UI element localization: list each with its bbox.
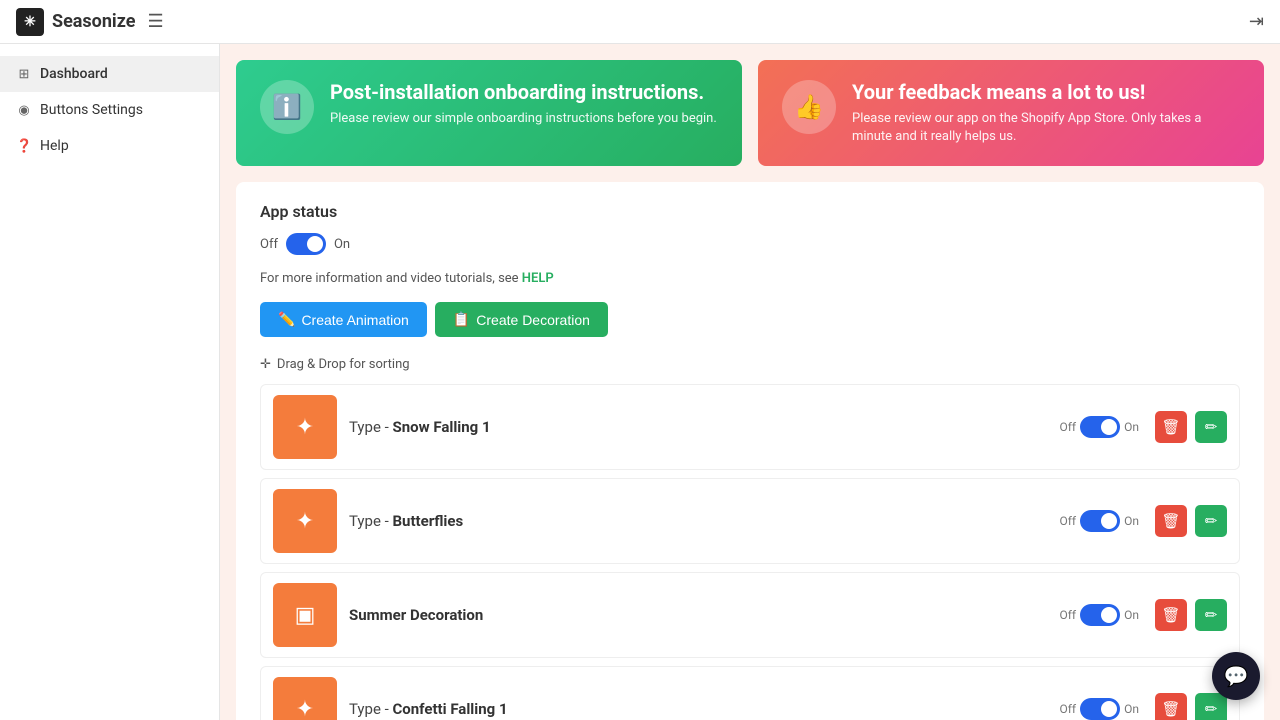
sidebar-item-dashboard[interactable]: ⊞ Dashboard xyxy=(0,56,219,92)
top-nav-left: ✳ Seasonize ☰ xyxy=(16,8,164,36)
sidebar-item-label: Help xyxy=(40,138,69,154)
delete-button[interactable]: 🗑 xyxy=(1155,599,1187,631)
toggle-slider xyxy=(286,233,326,255)
delete-button[interactable]: 🗑 xyxy=(1155,411,1187,443)
item-controls: Off On 🗑 ✏ xyxy=(1060,599,1228,631)
sort-label: Drag & Drop for sorting xyxy=(277,357,410,372)
top-nav: ✳ Seasonize ☰ ⇥ xyxy=(0,0,1280,44)
list-item: ✦ Type - Snow Falling 1 Off On 🗑 ✏ xyxy=(260,384,1240,470)
dashboard-icon: ⊞ xyxy=(16,67,32,82)
delete-button[interactable]: 🗑 xyxy=(1155,693,1187,720)
item-label: Summer Decoration xyxy=(349,606,1060,624)
status-row: Off On xyxy=(260,233,1240,255)
hamburger-icon[interactable]: ☰ xyxy=(147,11,163,32)
item-off-label: Off xyxy=(1060,702,1077,716)
item-toggle-wrap: Off On xyxy=(1060,698,1140,720)
edit-button[interactable]: ✏ xyxy=(1195,505,1227,537)
edit-button[interactable]: ✏ xyxy=(1195,411,1227,443)
item-label: Type - Snow Falling 1 xyxy=(349,418,1060,436)
create-animation-label: Create Animation xyxy=(301,312,408,328)
item-icon: ✦ xyxy=(273,395,337,459)
edit-button[interactable]: ✏ xyxy=(1195,693,1227,720)
on-label: On xyxy=(334,237,350,252)
item-controls: Off On 🗑 ✏ xyxy=(1060,411,1228,443)
item-toggle[interactable] xyxy=(1080,604,1120,626)
app-status-toggle[interactable] xyxy=(286,233,326,255)
onboarding-title: Post-installation onboarding instruction… xyxy=(330,80,717,104)
buttons-settings-icon: ◉ xyxy=(16,103,32,118)
off-label: Off xyxy=(260,237,278,252)
item-on-label: On xyxy=(1124,608,1139,622)
help-icon: ❓ xyxy=(16,139,32,154)
chat-icon: 💬 xyxy=(1224,664,1249,688)
layout: ⊞ Dashboard ◉ Buttons Settings ❓ Help ℹ️… xyxy=(0,44,1280,720)
list-item: ▣ Summer Decoration Off On 🗑 ✏ xyxy=(260,572,1240,658)
create-decoration-icon: 📋 xyxy=(453,311,470,328)
main-content: ℹ️ Post-installation onboarding instruct… xyxy=(220,44,1280,720)
create-buttons-row: ✏️ Create Animation 📋 Create Decoration xyxy=(260,302,1240,337)
onboarding-description: Please review our simple onboarding inst… xyxy=(330,110,717,128)
item-off-label: Off xyxy=(1060,514,1077,528)
feedback-icon: 👍 xyxy=(782,80,836,134)
onboarding-banner[interactable]: ℹ️ Post-installation onboarding instruct… xyxy=(236,60,742,166)
logo-icon: ✳ xyxy=(16,8,44,36)
item-on-label: On xyxy=(1124,702,1139,716)
item-toggle-wrap: Off On xyxy=(1060,416,1140,438)
sort-row: ✛ Drag & Drop for sorting xyxy=(260,357,1240,372)
chat-bubble[interactable]: 💬 xyxy=(1212,652,1260,700)
animations-list: ✦ Type - Snow Falling 1 Off On 🗑 ✏ ✦ Typ… xyxy=(260,384,1240,720)
item-off-label: Off xyxy=(1060,608,1077,622)
item-toggle-slider xyxy=(1080,510,1120,532)
sidebar-item-label: Buttons Settings xyxy=(40,102,143,118)
item-toggle[interactable] xyxy=(1080,698,1120,720)
create-decoration-button[interactable]: 📋 Create Decoration xyxy=(435,302,608,337)
app-status-title: App status xyxy=(260,202,1240,221)
item-toggle[interactable] xyxy=(1080,510,1120,532)
banner-cards-row: ℹ️ Post-installation onboarding instruct… xyxy=(236,60,1264,166)
item-toggle-wrap: Off On xyxy=(1060,510,1140,532)
item-toggle-slider xyxy=(1080,604,1120,626)
sidebar: ⊞ Dashboard ◉ Buttons Settings ❓ Help xyxy=(0,44,220,720)
onboarding-content: Post-installation onboarding instruction… xyxy=(330,80,717,128)
item-controls: Off On 🗑 ✏ xyxy=(1060,505,1228,537)
signout-icon[interactable]: ⇥ xyxy=(1249,11,1264,32)
feedback-content: Your feedback means a lot to us! Please … xyxy=(852,80,1244,146)
create-decoration-label: Create Decoration xyxy=(476,312,590,328)
sort-icon: ✛ xyxy=(260,357,271,372)
feedback-title: Your feedback means a lot to us! xyxy=(852,80,1244,104)
sidebar-item-help[interactable]: ❓ Help xyxy=(0,128,219,164)
logo-area: ✳ Seasonize xyxy=(16,8,135,36)
item-controls: Off On 🗑 ✏ xyxy=(1060,693,1228,720)
item-icon: ✦ xyxy=(273,677,337,720)
feedback-description: Please review our app on the Shopify App… xyxy=(852,110,1244,146)
item-label: Type - Butterflies xyxy=(349,512,1060,530)
item-icon: ✦ xyxy=(273,489,337,553)
sidebar-item-buttons-settings[interactable]: ◉ Buttons Settings xyxy=(0,92,219,128)
create-animation-button[interactable]: ✏️ Create Animation xyxy=(260,302,427,337)
item-off-label: Off xyxy=(1060,420,1077,434)
feedback-banner[interactable]: 👍 Your feedback means a lot to us! Pleas… xyxy=(758,60,1264,166)
item-on-label: On xyxy=(1124,420,1139,434)
sidebar-item-label: Dashboard xyxy=(40,66,108,82)
app-name: Seasonize xyxy=(52,11,135,32)
create-animation-icon: ✏️ xyxy=(278,311,295,328)
item-toggle-wrap: Off On xyxy=(1060,604,1140,626)
item-toggle-slider xyxy=(1080,416,1120,438)
item-toggle[interactable] xyxy=(1080,416,1120,438)
edit-button[interactable]: ✏ xyxy=(1195,599,1227,631)
item-on-label: On xyxy=(1124,514,1139,528)
list-item: ✦ Type - Butterflies Off On 🗑 ✏ xyxy=(260,478,1240,564)
onboarding-icon: ℹ️ xyxy=(260,80,314,134)
delete-button[interactable]: 🗑 xyxy=(1155,505,1187,537)
list-item: ✦ Type - Confetti Falling 1 Off On 🗑 ✏ xyxy=(260,666,1240,720)
app-status-panel: App status Off On For more information a… xyxy=(236,182,1264,720)
item-label: Type - Confetti Falling 1 xyxy=(349,700,1060,718)
info-text: For more information and video tutorials… xyxy=(260,271,1240,286)
item-icon: ▣ xyxy=(273,583,337,647)
item-toggle-slider xyxy=(1080,698,1120,720)
help-link[interactable]: HELP xyxy=(522,271,554,286)
